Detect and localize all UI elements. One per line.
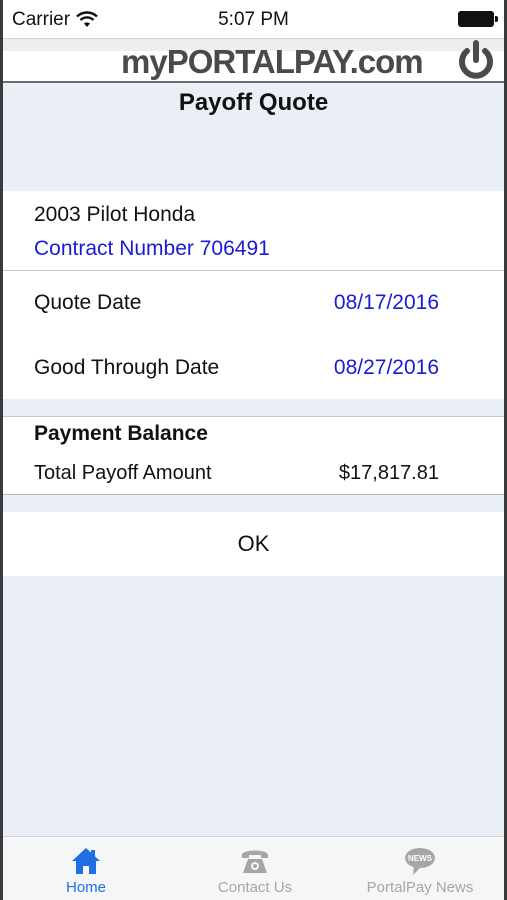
ok-card: OK [3, 512, 504, 576]
app-header: myPORTALPAY.com [3, 38, 504, 83]
vehicle-card: 2003 Pilot Honda Contract Number 706491 … [3, 191, 504, 399]
tab-portalpay-news[interactable]: NEWS PortalPay News [340, 837, 500, 900]
tab-contact-us-label: Contact Us [217, 879, 293, 896]
tab-bar: Home Contact Us NEWS PortalPay News [3, 836, 504, 900]
tab-contact-us[interactable]: Contact Us [175, 837, 335, 900]
news-bubble-icon: NEWS [405, 848, 435, 875]
tab-home-label: Home [65, 879, 106, 896]
ok-button[interactable]: OK [3, 512, 504, 576]
status-bar: Carrier 5:07 PM [3, 0, 504, 38]
divider [3, 494, 504, 495]
clock: 5:07 PM [218, 9, 289, 30]
page-title: Payoff Quote [178, 89, 329, 116]
payment-balance-heading: Payment Balance [34, 422, 208, 445]
phone-icon [242, 850, 268, 873]
quote-date-label: Quote Date [34, 291, 142, 314]
news-icon-text: NEWS [408, 854, 433, 863]
total-payoff-label: Total Payoff Amount [34, 462, 212, 484]
total-payoff-value: $17,817.81 [338, 462, 439, 484]
brand-logo: myPORTALPAY.com [121, 43, 424, 80]
quote-date-value: 08/17/2016 [333, 291, 439, 314]
payment-balance-card: Payment Balance Total Payoff Amount $17,… [3, 416, 504, 494]
good-through-date-value: 08/27/2016 [333, 356, 439, 379]
divider [3, 270, 504, 271]
contract-number: Contract Number 706491 [34, 237, 270, 260]
good-through-date-label: Good Through Date [34, 356, 220, 379]
power-icon[interactable] [454, 40, 498, 82]
tab-home[interactable]: Home [6, 837, 166, 900]
home-icon [72, 848, 100, 874]
vehicle-name: 2003 Pilot Honda [34, 203, 196, 226]
battery-icon [458, 11, 498, 27]
tab-portalpay-news-label: PortalPay News [366, 879, 474, 896]
